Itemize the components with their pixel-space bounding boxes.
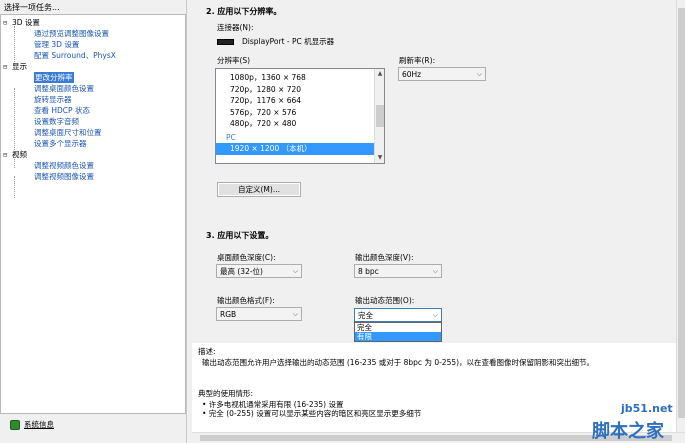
desktop-color-depth-select[interactable]: 最高 (32-位) ⌵ [216, 264, 302, 278]
description-title: 描述: [198, 347, 216, 356]
usage-title: 典型的使用情形: [198, 389, 254, 398]
resolution-option[interactable]: 720p，1280 × 720 [216, 84, 384, 96]
vertical-scroll-thumb[interactable] [678, 8, 685, 418]
tree-item-preview-image-settings[interactable]: 通过预览调整图像设置 [3, 28, 183, 39]
chevron-down-icon: ⌵ [292, 266, 298, 275]
description-text: 输出动态范围允许用户选择输出的动态范围 (16-235 或对于 8bpc 为 0… [202, 358, 595, 367]
tree-item-video-image-settings[interactable]: 调整视频图像设置 [3, 171, 183, 182]
vertical-scrollbar[interactable] [676, 0, 685, 432]
dynamic-range-dropdown[interactable]: 完全 有限 [354, 322, 442, 342]
displayport-icon [217, 38, 234, 45]
tree-item-desktop-size-position[interactable]: 调整桌面尺寸和位置 [3, 127, 183, 138]
tree-item-hdcp-status[interactable]: 查看 HDCP 状态 [3, 105, 183, 116]
tree-item-manage-3d-settings[interactable]: 管理 3D 设置 [3, 39, 183, 50]
task-pane-footer: 系统信息 [0, 414, 186, 443]
chevron-down-icon: ⌵ [292, 309, 298, 318]
watermark: jb51.net 脚本之家 [584, 400, 685, 443]
usage-item: • 完全 (0-255) 设置可以显示某些内容的暗区和亮区显示更多细节 [202, 409, 422, 418]
resolution-scrollbar[interactable]: ▲ ▼ [374, 69, 384, 163]
resolution-option[interactable]: 1080p，1360 × 768 [216, 72, 384, 84]
dynamic-range-option-full[interactable]: 完全 [355, 323, 441, 332]
resolution-option[interactable]: 576p，720 × 576 [216, 107, 384, 119]
task-tree: ⊟ 3D 设置 通过预览调整图像设置 管理 3D 设置 配置 Surround、… [3, 17, 183, 182]
tree-node-display[interactable]: ⊟ 显示 [3, 61, 183, 72]
tree-node-3d-settings[interactable]: ⊟ 3D 设置 [3, 17, 183, 28]
refresh-rate-label: 刷新率(R): [399, 56, 436, 65]
section-3-title: 3. 应用以下设置。 [206, 231, 274, 240]
output-dynamic-range-select[interactable]: 完全 ⌵ [354, 308, 442, 322]
tree-item-configure-surround-physx[interactable]: 配置 Surround、PhysX [3, 50, 183, 61]
system-info-icon [10, 419, 20, 430]
output-color-depth-select[interactable]: 8 bpc ⌵ [354, 264, 442, 278]
task-pane-title: 选择一项任务... [4, 3, 60, 12]
scroll-up-icon[interactable]: ▲ [376, 70, 384, 78]
collapse-icon[interactable]: ⊟ [3, 63, 12, 71]
section-2-title: 2. 应用以下分辨率。 [206, 7, 282, 16]
chevron-down-icon: ⌵ [476, 69, 482, 78]
tree-item-desktop-color-settings[interactable]: 调整桌面颜色设置 [3, 83, 183, 94]
refresh-rate-select[interactable]: 60Hz ⌵ [398, 67, 486, 81]
desktop-color-depth-label: 桌面颜色深度(C): [217, 253, 276, 262]
customize-button[interactable]: 自定义(M)... [217, 182, 301, 197]
output-color-format-select[interactable]: RGB ⌵ [216, 307, 302, 321]
collapse-icon[interactable]: ⊟ [3, 151, 12, 159]
connector-value: DisplayPort - PC 机显示器 [217, 36, 334, 47]
dynamic-range-option-limited[interactable]: 有限 [355, 332, 441, 341]
output-color-format-label: 输出颜色格式(F): [217, 296, 275, 305]
connector-label: 连接器(N): [217, 23, 254, 32]
tree-item-video-color-settings[interactable]: 调整视频颜色设置 [3, 160, 183, 171]
resolution-option[interactable]: 480p，720 × 480 [216, 118, 384, 130]
resolution-listbox[interactable]: 1080p，1360 × 768 720p，1280 × 720 720p，11… [215, 68, 385, 164]
output-color-depth-label: 输出颜色深度(V): [355, 253, 414, 262]
resolution-option[interactable]: 720p，1176 × 664 [216, 95, 384, 107]
tree-item-multiple-displays[interactable]: 设置多个显示器 [3, 138, 183, 149]
collapse-icon[interactable]: ⊟ [3, 19, 12, 27]
output-dynamic-range-label: 输出动态范围(O): [355, 296, 415, 305]
resolution-label: 分辨率(S) [217, 56, 251, 65]
watermark-site: jb51.net [621, 402, 673, 415]
tree-item-digital-audio[interactable]: 设置数字音频 [3, 116, 183, 127]
task-tree-panel: ⊟ 3D 设置 通过预览调整图像设置 管理 3D 设置 配置 Surround、… [0, 14, 186, 414]
tree-item-rotate-display[interactable]: 旋转显示器 [3, 94, 183, 105]
chevron-down-icon: ⌵ [432, 310, 438, 319]
scroll-down-icon[interactable]: ▼ [376, 154, 384, 162]
chevron-down-icon: ⌵ [432, 266, 438, 275]
scroll-thumb[interactable] [376, 105, 384, 127]
system-info-link[interactable]: 系统信息 [10, 419, 54, 430]
watermark-name: 脚本之家 [592, 421, 664, 442]
tree-node-video[interactable]: ⊟ 视频 [3, 149, 183, 160]
resolution-group-pc: PC [226, 132, 236, 142]
resolution-option-selected[interactable]: 1920 × 1200 （本机） [216, 143, 374, 155]
tree-item-change-resolution[interactable]: 更改分辨率 [3, 72, 183, 83]
